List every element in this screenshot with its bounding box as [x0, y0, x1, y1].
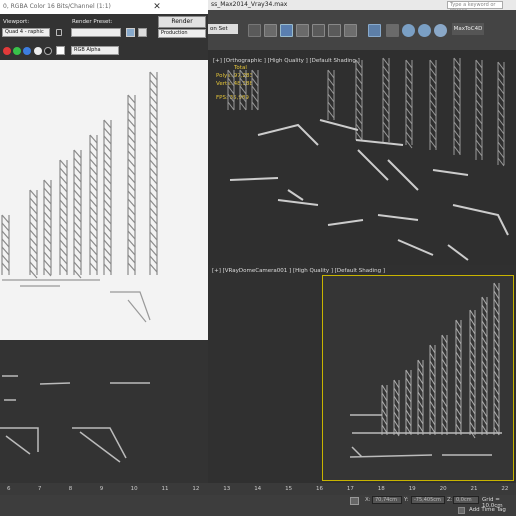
- channel-select[interactable]: RGB Alpha: [71, 46, 119, 55]
- render-button[interactable]: Render: [158, 16, 206, 28]
- timeline-tick: 16: [316, 486, 323, 492]
- timeline-tick: 15: [285, 486, 293, 492]
- environment-icon[interactable]: [138, 28, 147, 37]
- timeline-tick: 13: [223, 486, 231, 492]
- timeline-tick: 7: [37, 486, 42, 492]
- lock-icon[interactable]: [56, 29, 62, 36]
- time-tag-icon[interactable]: [458, 507, 465, 514]
- timeline-tick: 18: [377, 486, 385, 492]
- timeline-tick: 22: [501, 486, 509, 492]
- timeline-tick: 20: [439, 486, 447, 492]
- render-frame-icon[interactable]: [386, 24, 399, 37]
- red-channel-icon[interactable]: [3, 47, 11, 55]
- material-editor-icon[interactable]: [344, 24, 357, 37]
- x-label: X:: [365, 497, 371, 503]
- z-label: Z:: [447, 497, 453, 503]
- schematic-icon[interactable]: [328, 24, 341, 37]
- add-time-tag[interactable]: Add Time Tag: [469, 507, 506, 513]
- app-title: ss_Max2014_Vray34.max: [211, 1, 288, 8]
- render-teapot-icon[interactable]: [402, 24, 415, 37]
- z-coordinate-field[interactable]: 0,0cm: [453, 496, 479, 504]
- layout-icon[interactable]: [296, 24, 309, 37]
- y-coordinate-field[interactable]: -75,405cm: [411, 496, 445, 504]
- render-settings-icon[interactable]: [126, 28, 135, 37]
- render-preset-select[interactable]: [71, 28, 121, 37]
- render-frame-title-text: 0, RGBA Color 16 Bits/Channel (1:1): [3, 3, 111, 10]
- timeline-tick: 12: [192, 486, 200, 492]
- left-viewport-scene: [0, 375, 150, 463]
- timeline-tick: 10: [130, 486, 138, 492]
- green-channel-icon[interactable]: [13, 47, 21, 55]
- selection-set-dropdown[interactable]: on Set: [208, 24, 238, 34]
- timeline-tick: 11: [161, 486, 169, 492]
- timeline-tick: 8: [68, 486, 73, 492]
- x-coordinate-field[interactable]: 70,74cm: [372, 496, 402, 504]
- timeline-tick: 17: [346, 486, 354, 492]
- render-mode-select[interactable]: Production: [158, 29, 206, 38]
- y-label: Y:: [404, 497, 409, 503]
- lock-selection-icon[interactable]: [350, 497, 359, 505]
- curve-editor-icon[interactable]: [312, 24, 325, 37]
- render-setup-icon[interactable]: [368, 24, 381, 37]
- maxtoc4d-button[interactable]: MaxToC4D: [452, 23, 484, 35]
- swatch-icon[interactable]: [56, 46, 65, 55]
- close-icon[interactable]: ✕: [150, 2, 164, 12]
- mono-icon[interactable]: [44, 47, 52, 55]
- alpha-channel-icon[interactable]: [34, 47, 42, 55]
- render-preset-label: Render Preset:: [72, 19, 113, 25]
- render-frame-title: 0, RGBA Color 16 Bits/Channel (1:1): [0, 0, 208, 14]
- timeline-tick: 9: [99, 486, 104, 492]
- render-teapot-3-icon[interactable]: [434, 24, 447, 37]
- timeline-tick: 19: [408, 486, 416, 492]
- viewport-camera-label[interactable]: [+] [VRayDomeCamera001 ] [High Quality ]…: [212, 268, 385, 274]
- render-teapot-2-icon[interactable]: [418, 24, 431, 37]
- timeline-tick: 6: [7, 486, 11, 492]
- timeline-tick: 14: [254, 486, 262, 492]
- layer-icon[interactable]: [264, 24, 277, 37]
- toolbar-icon-1[interactable]: [248, 24, 261, 37]
- timeline-tick: 21: [470, 486, 478, 492]
- blue-channel-icon[interactable]: [23, 47, 31, 55]
- list-icon[interactable]: [280, 24, 293, 37]
- search-input[interactable]: Type a keyword or phrase: [447, 1, 503, 14]
- camera-scene: [349, 282, 502, 458]
- viewport-label: Viewport:: [3, 19, 30, 25]
- timeline-ticks: 6 7 8 9 10 11 12 13 14 15 16 17 18 19 20 21 22: [0, 483, 516, 495]
- viewport-select[interactable]: Quad 4 - raphic: [2, 28, 50, 37]
- orthographic-scene: [227, 57, 509, 261]
- rendered-truss-image: [1, 71, 158, 323]
